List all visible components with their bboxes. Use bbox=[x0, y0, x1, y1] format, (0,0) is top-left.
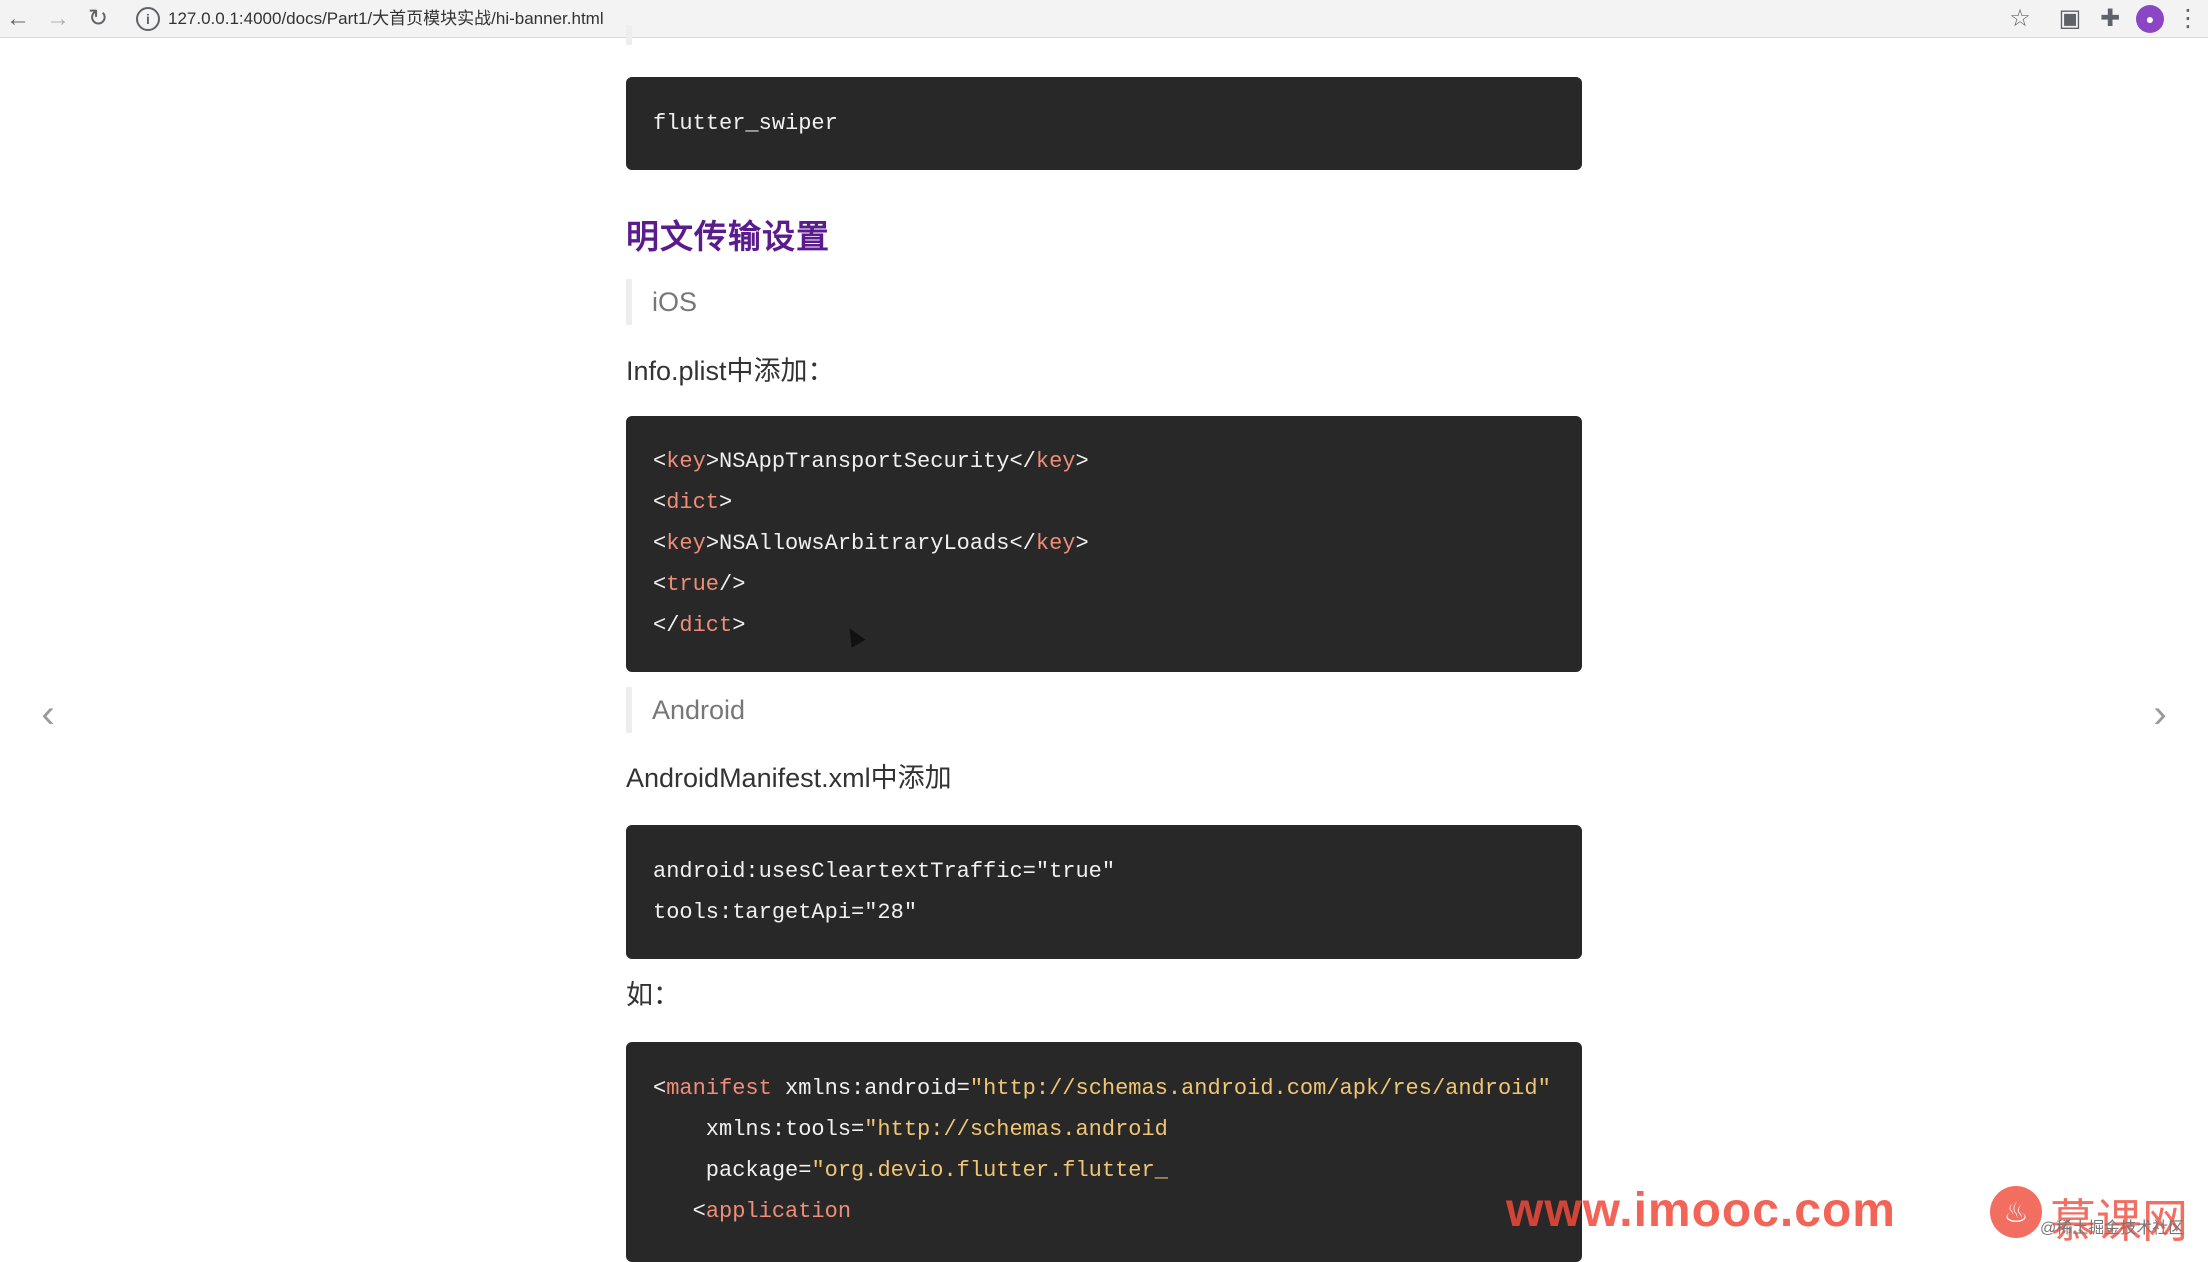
code-block-package: flutter_swiper bbox=[626, 77, 1582, 170]
code-line: flutter_swiper bbox=[653, 111, 838, 136]
blockquote-android: Android bbox=[626, 687, 745, 733]
code-line: <dict> bbox=[653, 490, 733, 515]
code-line: <key>NSAppTransportSecurity</key> bbox=[653, 449, 1089, 474]
paragraph-android-manifest: AndroidManifest.xml中添加 bbox=[626, 763, 952, 793]
browser-toolbar: ← → ↻ i 127.0.0.1:4000/docs/Part1/大首页模块实… bbox=[0, 0, 2208, 38]
blockquote-ios: iOS bbox=[626, 279, 697, 325]
code-block-android: android:usesCleartextTraffic="true" tool… bbox=[626, 825, 1582, 959]
address-bar[interactable]: 127.0.0.1:4000/docs/Part1/大首页模块实战/hi-ban… bbox=[168, 6, 604, 32]
menu-icon[interactable]: ⋮ bbox=[2172, 3, 2204, 35]
code-line: android:usesCleartextTraffic="true" bbox=[653, 859, 1116, 884]
puzzle-icon[interactable]: ✚ bbox=[2094, 3, 2126, 35]
blockquote-bar bbox=[626, 25, 632, 45]
back-icon[interactable]: ← bbox=[2, 3, 34, 35]
next-page-icon[interactable]: › bbox=[2140, 692, 2180, 736]
code-line: xmlns:tools="http://schemas.android bbox=[653, 1117, 1168, 1142]
bookmark-star-icon[interactable]: ☆ bbox=[2004, 3, 2036, 35]
code-line: <key>NSAllowsArbitraryLoads</key> bbox=[653, 531, 1089, 556]
watermark-site: www.imooc.com bbox=[1506, 1184, 1896, 1237]
watermark-flame-icon: ♨ bbox=[1990, 1186, 2042, 1238]
reload-icon[interactable]: ↻ bbox=[82, 3, 114, 35]
forward-icon[interactable]: → bbox=[42, 3, 74, 35]
code-line: <application bbox=[653, 1199, 852, 1224]
extension-icon[interactable]: ▣ bbox=[2054, 3, 2086, 35]
site-info-icon[interactable]: i bbox=[136, 7, 160, 31]
section-heading: 明文传输设置 bbox=[626, 218, 830, 255]
code-line: </dict> bbox=[653, 613, 746, 638]
code-line: <manifest xmlns:android="http://schemas.… bbox=[653, 1076, 1551, 1101]
prev-page-icon[interactable]: ‹ bbox=[28, 692, 68, 736]
code-line: tools:targetApi="28" bbox=[653, 900, 918, 925]
paragraph-example: 如： bbox=[626, 980, 680, 1010]
watermark-community: @稀土掘金技术社区 bbox=[2040, 1220, 2185, 1237]
code-line: <true/> bbox=[653, 572, 746, 597]
code-block-manifest: <manifest xmlns:android="http://schemas.… bbox=[626, 1042, 1582, 1262]
paragraph-info-plist: Info.plist中添加： bbox=[626, 356, 835, 386]
code-block-ios: <key>NSAppTransportSecurity</key> <dict>… bbox=[626, 416, 1582, 672]
code-line: package="org.devio.flutter.flutter_ bbox=[653, 1158, 1168, 1183]
profile-avatar[interactable]: ● bbox=[2136, 5, 2164, 33]
